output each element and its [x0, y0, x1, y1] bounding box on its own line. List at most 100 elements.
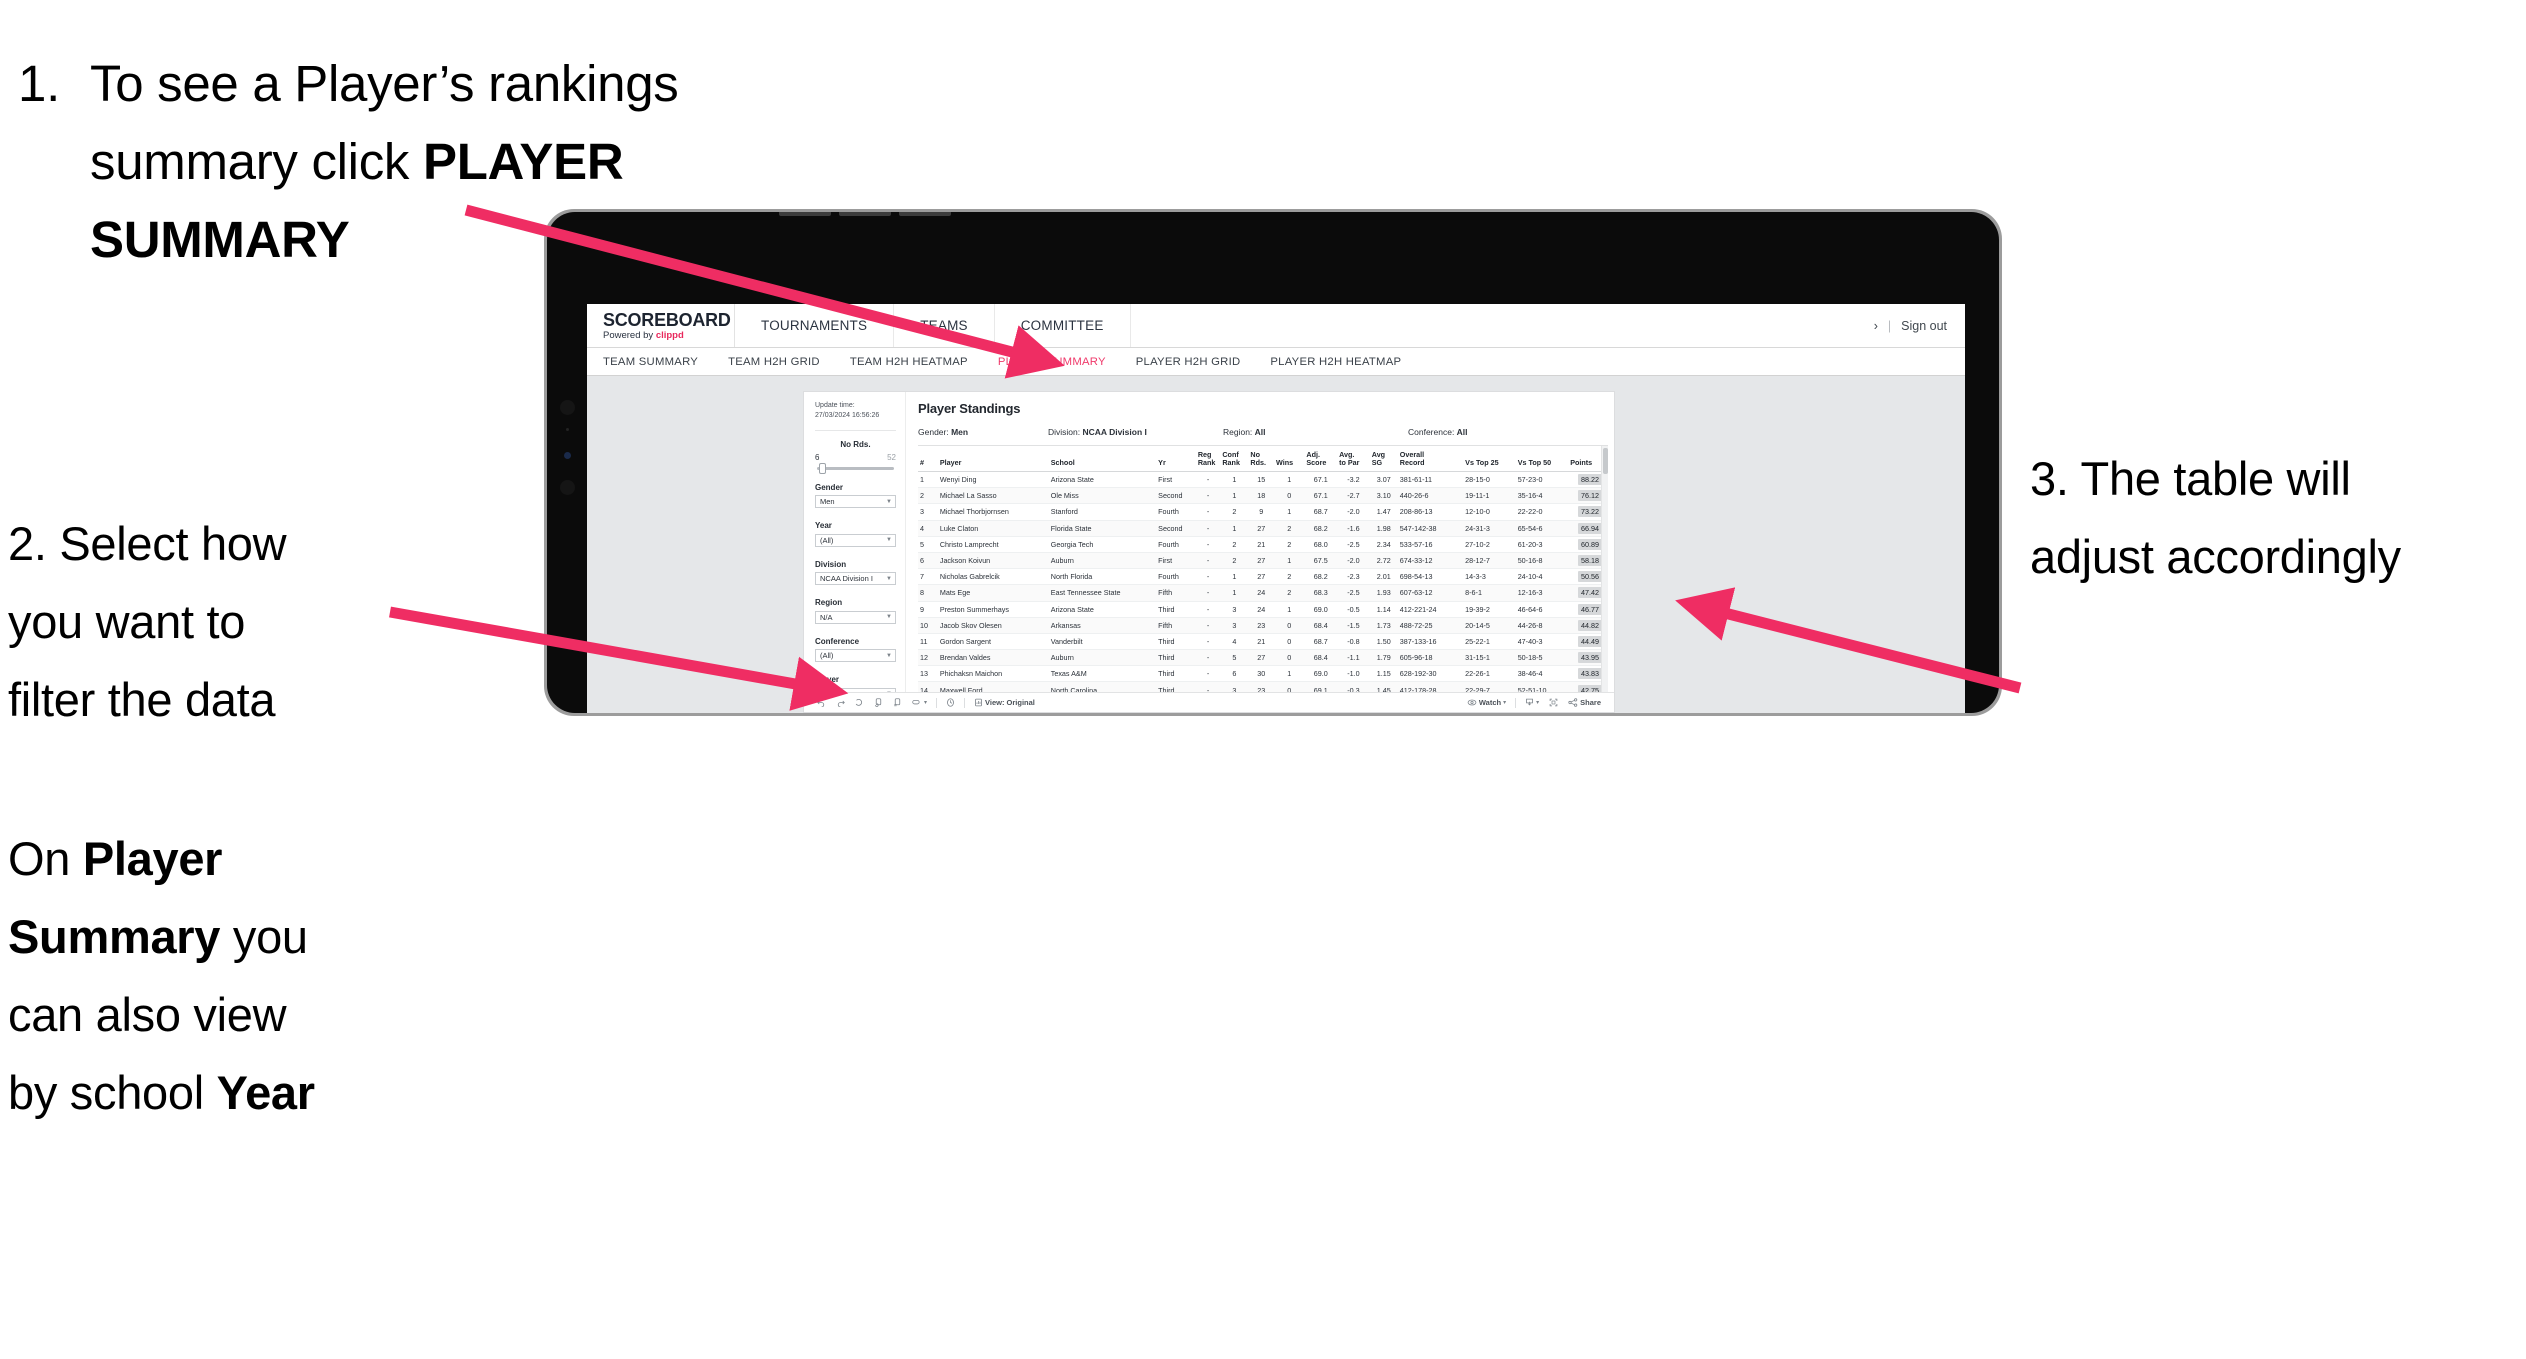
pause-auto-update-icon[interactable] — [888, 698, 907, 707]
cell-adj_score: 67.1 — [1304, 487, 1338, 505]
table-row[interactable]: 13 Phichaksn Maichon Texas A&M Third -6 30 1 69… — [918, 665, 1608, 683]
watch-button[interactable]: Watch ▾ — [1462, 698, 1511, 707]
cell-adj_score: 68.0 — [1304, 536, 1338, 553]
cell-wins: 2 — [1274, 536, 1305, 553]
cell-yr: Fourth — [1156, 536, 1196, 553]
cell-vs_top50: 52-51-10 — [1515, 681, 1569, 692]
divider: | — [1887, 318, 1892, 333]
redo-icon[interactable] — [831, 698, 850, 707]
tab-player-h2h-grid[interactable]: PLAYER H2H GRID — [1136, 356, 1241, 368]
nav-item-committee[interactable]: COMMITTEE — [995, 304, 1131, 347]
cell-avg_to_par: -2.5 — [1337, 584, 1370, 602]
cell-reg_rank: - — [1195, 649, 1221, 667]
watch-label: Watch — [1478, 698, 1502, 707]
table-row[interactable]: 12 Brendan Valdes Auburn Third -5 27 0 68.4 -1.1… — [918, 649, 1608, 667]
cell-yr: Second — [1156, 520, 1196, 537]
table-row[interactable]: 11 Gordon Sargent Vanderbilt Third -4 21 0 68.7… — [918, 633, 1608, 651]
step-2-line-1: Select how — [59, 517, 287, 570]
powered-by-text: Powered by — [603, 329, 656, 341]
brand-logo[interactable]: SCOREBOARD Powered by clippd — [587, 304, 735, 347]
column-header-wins[interactable]: Wins — [1274, 446, 1305, 472]
nav-item-teams[interactable]: TEAMS — [894, 304, 995, 347]
cell-avg_sg: 1.50 — [1369, 633, 1398, 651]
division-label: Division — [815, 559, 847, 569]
view-original-button[interactable]: View: Original — [969, 698, 1040, 707]
cell-player: Nicholas Gabrelcik — [937, 568, 1049, 586]
column-header-reg_rank[interactable]: Reg Rank — [1195, 446, 1221, 472]
pause-icon[interactable] — [941, 698, 960, 707]
summary-conference-label: Conference: — [1408, 427, 1457, 437]
scrollbar-thumb[interactable] — [1603, 448, 1608, 474]
note-line-4a: by school — [8, 1066, 217, 1119]
year-select[interactable]: (All) ▼ — [815, 533, 896, 547]
sign-out-link[interactable]: Sign out — [1901, 319, 1947, 333]
cell-wins: 1 — [1274, 552, 1305, 570]
cell-vs_top50: 22-22-0 — [1515, 503, 1569, 521]
cell-vs_top50: 50-18-5 — [1515, 649, 1569, 667]
table-row[interactable]: 2 Michael La Sasso Ole Miss Second -1 18 0 67.1… — [918, 487, 1608, 505]
cell-avg_sg: 2.01 — [1369, 568, 1398, 586]
column-header-vs_top50[interactable]: Vs Top 50 — [1515, 446, 1569, 472]
revert-icon[interactable] — [850, 698, 869, 707]
division-select[interactable]: NCAA Division I ▼ — [815, 572, 896, 585]
cell-avg_sg: 2.72 — [1369, 552, 1398, 570]
column-header-vs_top25[interactable]: Vs Top 25 — [1463, 446, 1516, 472]
cell-school: Ole Miss — [1048, 487, 1157, 505]
table-row[interactable]: 3 Michael Thorbjornsen Stanford Fourth -2 9 1 6… — [918, 503, 1608, 521]
slider-handle[interactable] — [819, 462, 826, 474]
column-header-no_rds[interactable]: No Rds. — [1248, 446, 1275, 472]
note-summary: Summary — [8, 910, 221, 963]
table-row[interactable]: 14 Maxwell Ford North Carolina Third -3 23 0 69… — [918, 681, 1608, 692]
column-header-player[interactable]: Player — [937, 446, 1049, 472]
column-header-adj_score[interactable]: Adj. Score — [1304, 446, 1338, 472]
tab-player-h2h-heatmap[interactable]: PLAYER H2H HEATMAP — [1270, 356, 1401, 368]
table-row[interactable]: 9 Preston Summerhays Arizona State Third -3 2… — [918, 601, 1608, 618]
step-3-line-2: adjust accordingly — [2030, 530, 2401, 583]
table-row[interactable]: 4 Luke Claton Florida State Second -1 27 2 68.2… — [918, 520, 1608, 537]
table-row[interactable]: 1 Wenyi Ding Arizona State First -1 15 1 67.1 -3… — [918, 471, 1608, 489]
download-icon[interactable]: ▾ — [1520, 698, 1544, 707]
gender-select[interactable]: Men ▼ — [815, 495, 896, 508]
cell-avg_to_par: -2.7 — [1337, 487, 1370, 505]
filter-no-rounds: No Rds. 6 52 — [815, 440, 896, 474]
cell-vs_top50: 57-23-0 — [1515, 471, 1569, 489]
table-row[interactable]: 7 Nicholas Gabrelcik North Florida Fourth -1… — [918, 568, 1608, 586]
cell-conf_rank: 2 — [1220, 503, 1249, 521]
viz-main: Player Standings Gender: Men Division: N… — [906, 392, 1614, 692]
page-title: Player Standings — [918, 401, 1021, 416]
tab-team-h2h-heatmap[interactable]: TEAM H2H HEATMAP — [850, 356, 968, 368]
column-header-rank[interactable]: # — [918, 446, 938, 472]
column-header-school[interactable]: School — [1048, 446, 1157, 472]
column-header-avg_to_par[interactable]: Avg. to Par — [1337, 446, 1370, 472]
column-header-conf_rank[interactable]: Conf Rank — [1220, 446, 1249, 472]
conference-select[interactable]: (All) ▼ — [815, 649, 896, 662]
region-select[interactable]: N/A ▼ — [815, 610, 896, 624]
tab-team-h2h-grid[interactable]: TEAM H2H GRID — [728, 356, 820, 368]
table-row[interactable]: 10 Jacob Skov Olesen Arkansas Fifth -3 23 0 68.… — [918, 617, 1608, 634]
table-scrollbar[interactable] — [1601, 446, 1608, 692]
column-header-overall_record[interactable]: Overall Record — [1397, 446, 1464, 472]
note-on: On — [8, 832, 83, 885]
undo-icon[interactable] — [812, 698, 831, 707]
nav-item-tournaments[interactable]: TOURNAMENTS — [735, 304, 895, 347]
tab-team-summary[interactable]: TEAM SUMMARY — [603, 356, 698, 368]
tab-player-summary[interactable]: PLAYER SUMMARY — [998, 356, 1106, 368]
share-button[interactable]: Share — [1563, 698, 1606, 707]
custom-view-icon[interactable]: ▾ — [907, 698, 932, 707]
cell-adj_score: 69.1 — [1304, 681, 1338, 692]
step-2-number: 2. — [8, 517, 47, 570]
column-header-yr[interactable]: Yr — [1156, 446, 1196, 472]
no-rounds-slider[interactable] — [817, 462, 894, 474]
cell-rank: 11 — [918, 633, 938, 651]
table-row[interactable]: 5 Christo Lamprecht Georgia Tech Fourth -2 21… — [918, 536, 1608, 553]
refresh-data-icon[interactable] — [869, 698, 888, 707]
column-header-avg_sg[interactable]: Avg SG — [1369, 446, 1398, 472]
gender-label: Gender — [815, 482, 844, 492]
table-row[interactable]: 6 Jackson Koivun Auburn First -2 27 1 67.5 -2.0 2… — [918, 552, 1608, 570]
table-row[interactable]: 8 Mats Ege East Tennessee State Fifth -1 24 2 6… — [918, 584, 1608, 602]
chevron-right-icon[interactable]: › — [1874, 319, 1878, 333]
primary-nav: TOURNAMENTS TEAMS COMMITTEE — [735, 304, 1131, 347]
fullscreen-icon[interactable] — [1544, 698, 1563, 707]
chevron-down-icon: ▾ — [1536, 699, 1540, 706]
cell-avg_sg: 1.79 — [1369, 649, 1398, 667]
